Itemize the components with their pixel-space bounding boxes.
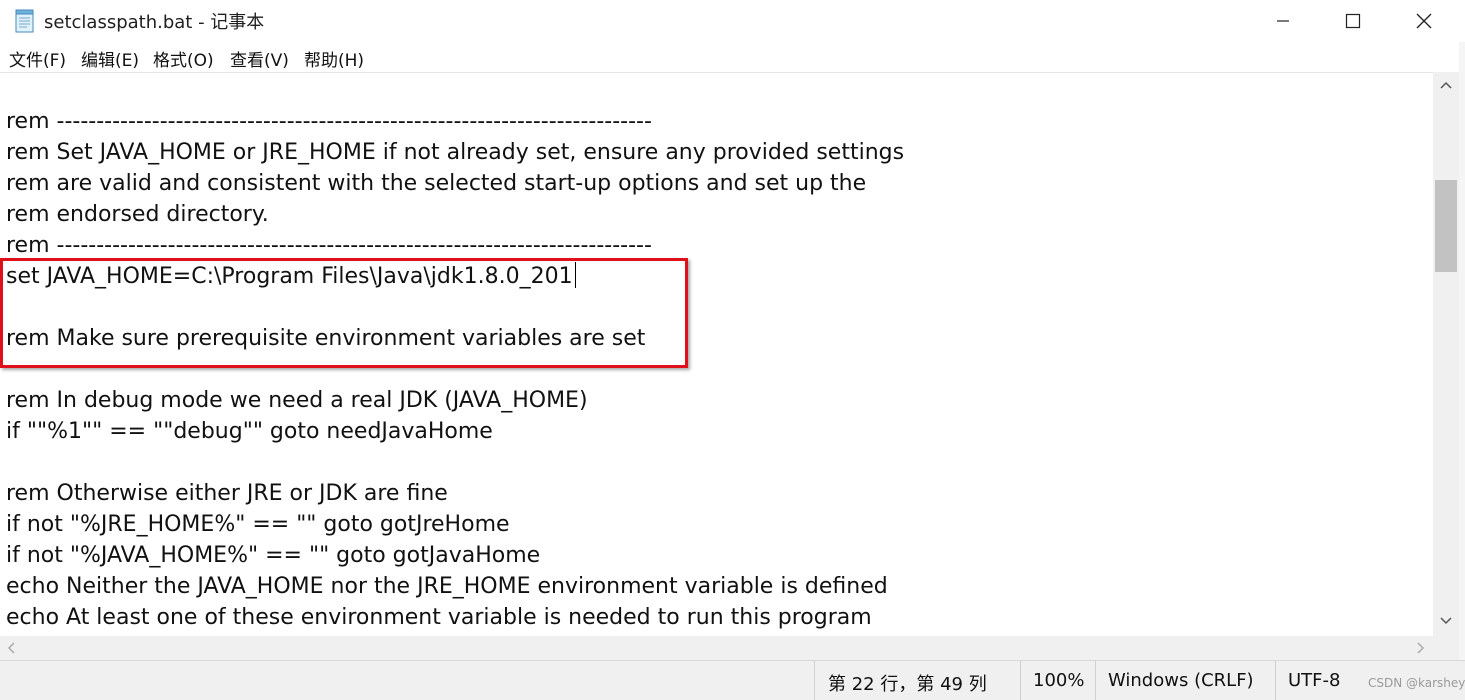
editor-line[interactable]: echo Neither the JAVA_HOME nor the JRE_H… (6, 571, 888, 602)
encoding: UTF-8 (1288, 670, 1341, 691)
editor-line[interactable]: echo At least one of these environment v… (6, 602, 872, 633)
maximize-icon (1345, 13, 1361, 29)
zoom-level: 100% (1033, 670, 1085, 691)
close-icon (1416, 13, 1432, 29)
line-ending: Windows (CRLF) (1108, 670, 1254, 691)
menu-format[interactable]: 格式(O) (153, 46, 214, 71)
status-divider (1020, 661, 1021, 700)
scroll-up-icon[interactable] (1439, 78, 1453, 94)
title-bar: setclasspath.bat - 记事本 (0, 0, 1465, 42)
menu-file[interactable]: 文件(F) (9, 46, 66, 71)
watermark: CSDN @karshey (1368, 676, 1465, 690)
highlight-annotation (0, 258, 688, 368)
vertical-scrollbar[interactable] (1433, 72, 1459, 636)
menu-help[interactable]: 帮助(H) (304, 46, 364, 71)
status-divider (1095, 661, 1096, 700)
editor-line[interactable]: rem Otherwise either JRE or JDK are fine (6, 478, 448, 509)
editor-line[interactable]: rem are valid and consistent with the se… (6, 168, 866, 199)
menu-edit[interactable]: 编辑(E) (81, 46, 139, 71)
horizontal-scrollbar[interactable] (0, 636, 1433, 660)
scroll-right-icon[interactable] (1416, 641, 1426, 659)
menu-view[interactable]: 查看(V) (230, 46, 289, 71)
vertical-scroll-thumb[interactable] (1435, 180, 1457, 272)
window-edge (1459, 42, 1465, 699)
editor-line[interactable]: rem Set JAVA_HOME or JRE_HOME if not alr… (6, 137, 904, 168)
menu-bar: 文件(F) 编辑(E) 格式(O) 查看(V) 帮助(H) (0, 42, 1465, 72)
scrollbar-corner (1433, 636, 1459, 660)
status-divider (814, 661, 815, 700)
editor-line[interactable]: rem ------------------------------------… (6, 106, 652, 137)
scroll-down-icon[interactable] (1439, 614, 1453, 630)
editor-line[interactable]: if ""%1"" == ""debug"" goto needJavaHome (6, 416, 493, 447)
editor-line[interactable]: rem In debug mode we need a real JDK (JA… (6, 385, 588, 416)
scroll-left-icon[interactable] (6, 641, 16, 659)
editor-line[interactable]: rem ------------------------------------… (6, 230, 652, 261)
editor-line[interactable]: if not "%JAVA_HOME%" == "" goto gotJavaH… (6, 540, 540, 571)
notepad-icon (14, 9, 36, 33)
close-button[interactable] (1389, 0, 1459, 42)
minimize-button[interactable] (1248, 0, 1318, 42)
status-bar: 第 22 行，第 49 列 100% Windows (CRLF) UTF-8 (0, 660, 1465, 700)
editor-line[interactable]: if not "%JRE_HOME%" == "" goto gotJreHom… (6, 509, 510, 540)
cursor-position: 第 22 行，第 49 列 (828, 674, 987, 695)
window-title: setclasspath.bat - 记事本 (44, 12, 265, 33)
maximize-button[interactable] (1318, 0, 1388, 42)
editor-line[interactable]: rem endorsed directory. (6, 199, 269, 230)
minimize-icon (1277, 20, 1289, 22)
status-divider (1275, 661, 1276, 700)
